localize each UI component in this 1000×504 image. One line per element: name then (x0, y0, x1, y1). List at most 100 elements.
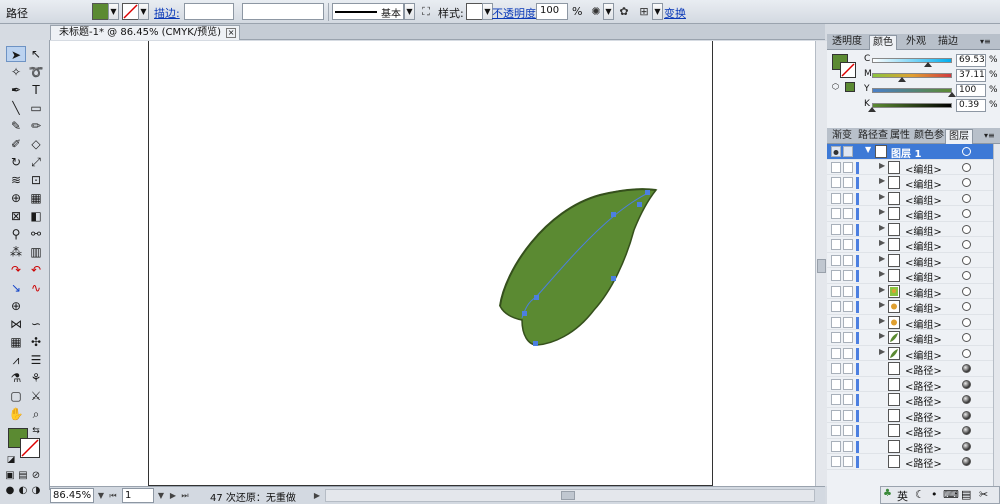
expand-triangle-icon[interactable]: ▶ (879, 176, 885, 185)
layer-row[interactable]: <路径> (827, 408, 993, 424)
visibility-icon[interactable] (831, 192, 841, 204)
slider-black[interactable]: K 0.39 % (827, 99, 1000, 113)
layer-row[interactable]: <路径> (827, 454, 993, 470)
target-icon[interactable] (962, 302, 971, 311)
vertical-scroll-thumb[interactable] (817, 259, 826, 273)
lock-toggle[interactable] (843, 254, 853, 266)
expand-triangle-icon[interactable]: ▶ (879, 347, 885, 356)
lock-toggle[interactable] (843, 394, 853, 405)
lock-toggle[interactable] (843, 456, 853, 467)
layer-row[interactable]: ▶ <编组> (827, 299, 993, 315)
expand-triangle-icon[interactable]: ▶ (879, 300, 885, 309)
magenta-value[interactable]: 37.11 (956, 69, 986, 82)
visibility-icon[interactable] (831, 270, 841, 281)
target-icon[interactable] (962, 271, 971, 280)
keyboard-icon[interactable]: ⌨ (943, 488, 959, 501)
visibility-icon[interactable] (831, 177, 841, 188)
expand-triangle-icon[interactable]: ▶ (879, 207, 885, 216)
layer-row[interactable]: ▶ <编组> (827, 191, 993, 207)
target-icon[interactable] (962, 193, 971, 203)
tab-color[interactable]: 颜色 (869, 35, 897, 50)
first-artboard-icon[interactable]: ⏮ (108, 489, 118, 502)
target-icon[interactable] (962, 426, 971, 435)
status-menu-icon[interactable]: ▶ (312, 489, 322, 502)
visibility-icon[interactable] (831, 394, 841, 405)
layer-name[interactable]: <路径> (905, 362, 942, 377)
target-icon[interactable] (962, 333, 971, 342)
layer-row[interactable]: ▶ <编组> (827, 160, 993, 176)
layer-row[interactable]: ▶ <编组> (827, 268, 993, 284)
layer-name[interactable]: <路径> (905, 393, 942, 408)
layer-name[interactable]: <编组> (905, 254, 942, 269)
visibility-icon[interactable] (831, 363, 841, 374)
visibility-icon[interactable] (831, 161, 841, 173)
expand-triangle-icon[interactable]: ▶ (879, 316, 885, 325)
horizontal-scroll-thumb[interactable] (561, 491, 575, 500)
target-icon[interactable] (962, 255, 971, 265)
expand-triangle-icon[interactable]: ▶ (879, 238, 885, 247)
tab-gradient[interactable]: 渐变 (829, 129, 855, 144)
tab-stroke[interactable]: 描边 (935, 35, 961, 50)
lock-toggle[interactable] (843, 316, 853, 328)
slider-thumb[interactable] (923, 62, 932, 67)
layer-row[interactable]: <路径> (827, 392, 993, 408)
tab-transparency[interactable]: 透明度 (829, 35, 865, 50)
visibility-icon[interactable] (831, 347, 841, 359)
expand-triangle-icon[interactable]: ▶ (879, 192, 885, 201)
zoom-field[interactable]: 86.45% (50, 488, 94, 503)
slider-thumb[interactable] (868, 107, 877, 112)
lock-toggle[interactable] (843, 425, 853, 436)
layer-name[interactable]: <路径> (905, 409, 942, 424)
layer-name[interactable]: <编组> (905, 269, 942, 284)
target-icon[interactable] (962, 209, 971, 218)
layer-name[interactable]: <编组> (905, 161, 942, 176)
artboard-number-field[interactable]: 1 (122, 488, 154, 503)
target-icon[interactable] (962, 147, 971, 156)
target-icon[interactable] (962, 286, 971, 296)
tab-layers[interactable]: 图层 (945, 129, 973, 144)
slider-yellow[interactable]: Y 100 % (827, 84, 1000, 98)
lock-toggle[interactable] (843, 301, 853, 312)
expand-triangle-icon[interactable]: ▼ (865, 145, 871, 154)
lock-toggle[interactable] (843, 332, 853, 343)
lock-toggle[interactable] (843, 440, 853, 452)
visibility-icon[interactable] (831, 378, 841, 390)
layer-row[interactable]: ▶ <编组> (827, 253, 993, 269)
layer-name[interactable]: <编组> (905, 238, 942, 253)
layer-row[interactable]: <路径> (827, 423, 993, 439)
slider-thumb[interactable] (897, 77, 906, 82)
yellow-value[interactable]: 100 (956, 84, 986, 97)
layer-row[interactable]: ▶ <编组> (827, 237, 993, 253)
tab-attributes[interactable]: 属性 (887, 129, 913, 144)
lock-toggle[interactable] (843, 192, 853, 204)
lock-toggle[interactable] (843, 363, 853, 374)
lock-toggle[interactable] (843, 409, 853, 421)
layer-name[interactable]: <路径> (905, 378, 942, 393)
layer-row[interactable]: ▶ <编组> (827, 346, 993, 362)
layer-row[interactable]: ▶ <编组> (827, 315, 993, 331)
target-icon[interactable] (962, 317, 971, 327)
menu-icon[interactable]: ▤ (961, 488, 971, 501)
target-icon[interactable] (962, 457, 971, 466)
layer-name[interactable]: <路径> (905, 424, 942, 439)
moon-icon[interactable]: ☾ (915, 488, 925, 501)
lock-toggle[interactable] (843, 161, 853, 173)
visibility-icon[interactable] (831, 239, 841, 250)
layer-name[interactable]: <编组> (905, 347, 942, 362)
dot-icon[interactable]: • (931, 488, 938, 501)
lock-toggle[interactable] (843, 270, 853, 281)
layer-name[interactable]: <编组> (905, 192, 942, 207)
layer-name[interactable]: 图层 1 (891, 145, 921, 160)
visibility-icon[interactable] (831, 316, 841, 328)
layer-row[interactable]: ▶ <编组> (827, 330, 993, 346)
horizontal-scrollbar[interactable] (325, 489, 815, 502)
layer-row[interactable]: <路径> (827, 439, 993, 455)
expand-triangle-icon[interactable]: ▶ (879, 285, 885, 294)
tab-color-guide[interactable]: 颜色参 (911, 129, 947, 144)
zoom-dropdown-icon[interactable]: ▼ (96, 489, 106, 502)
tab-appearance[interactable]: 外观 (903, 35, 929, 50)
panel-menu-icon[interactable]: ▾≡ (977, 35, 994, 50)
visibility-icon[interactable] (831, 254, 841, 266)
lock-toggle[interactable] (843, 347, 853, 359)
layer-row[interactable]: <路径> (827, 361, 993, 377)
